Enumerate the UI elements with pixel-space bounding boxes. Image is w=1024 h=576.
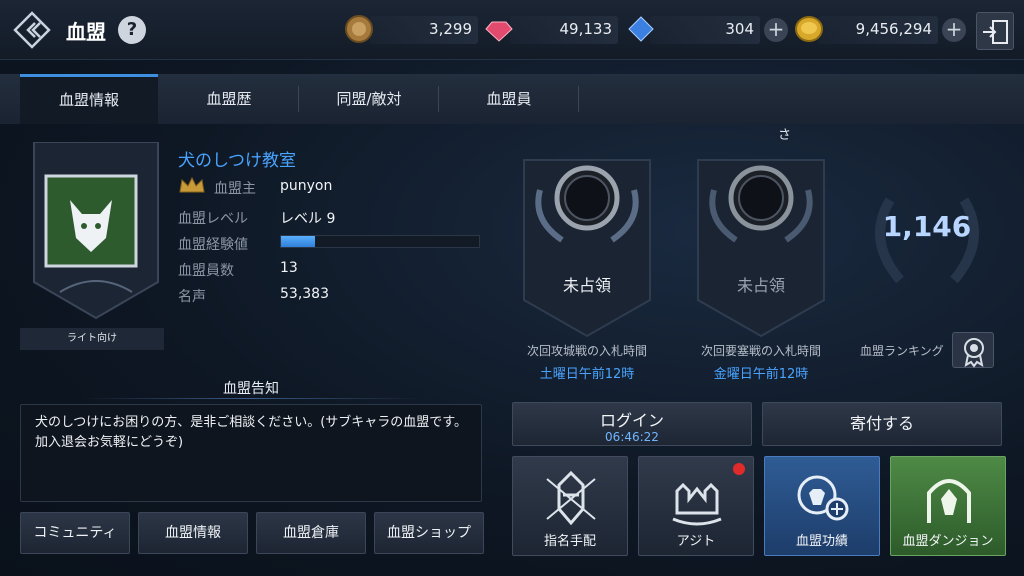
siege-castle-card: 未占領 — [522, 150, 652, 340]
red-gem-icon — [485, 21, 513, 42]
help-button[interactable]: ? — [118, 16, 146, 44]
clan-dungeon-tile[interactable]: 血盟ダンジョン — [890, 456, 1006, 556]
fortress-banner-icon — [697, 159, 825, 338]
fortress-bid-label: 次回要塞戦の入札時間 — [700, 344, 821, 358]
leader-value: punyon — [280, 178, 333, 194]
fame-label: 名声 — [178, 289, 206, 305]
wanted-tile[interactable]: 指名手配 — [512, 456, 628, 556]
login-button[interactable]: ログイン 06:46:22 — [512, 402, 752, 446]
exit-button[interactable] — [976, 12, 1014, 50]
clan-ranking-label: 血盟ランキング — [860, 344, 944, 358]
notice-title: 血盟告知 — [223, 381, 279, 397]
gold-coin-icon — [795, 16, 823, 42]
notification-dot — [733, 463, 745, 475]
currency-red-gem: 49,133 — [510, 16, 618, 44]
clan-shop-button[interactable]: 血盟ショップ — [374, 512, 484, 554]
tab-divider — [438, 86, 439, 112]
members-label: 血盟員数 — [178, 263, 234, 279]
fame-value: 53,383 — [280, 286, 329, 302]
tile-label: 血盟功績 — [795, 534, 848, 549]
siege-bid-label: 次回攻城戦の入札時間 — [526, 344, 647, 358]
currency-value: 9,456,294 — [855, 20, 932, 38]
currency-medal: 3,299 — [370, 16, 478, 44]
ribbon-medal-icon — [964, 338, 984, 368]
ranking-button[interactable] — [952, 332, 994, 368]
clan-achievement-tile[interactable]: 血盟功績 — [764, 456, 880, 556]
wanted-helmet-icon — [546, 470, 596, 526]
currency-value: 3,299 — [429, 20, 472, 38]
currency-value: 304 — [725, 20, 754, 38]
tile-label: アジト — [676, 534, 716, 549]
add-blue-gem-button[interactable]: + — [764, 18, 788, 42]
currency-blue-gem: 304 — [650, 16, 760, 44]
clan-warehouse-button[interactable]: 血盟倉庫 — [256, 512, 366, 554]
tab-clan-history[interactable]: 血盟歴 — [160, 74, 298, 124]
medal-coin-icon — [345, 15, 373, 43]
currency-value: 49,133 — [559, 20, 613, 38]
castle-banner-icon — [523, 159, 651, 338]
crown-icon — [179, 176, 205, 193]
community-button[interactable]: コミュニティ — [20, 512, 130, 554]
fortress-bid-time: 金曜日午前12時 — [713, 367, 809, 382]
tab-clan-info[interactable]: 血盟情報 — [20, 74, 158, 124]
leader-label: 血盟主 — [214, 181, 256, 197]
members-value: 13 — [280, 260, 298, 276]
clan-ranking-value: 1,146 — [882, 210, 972, 243]
castle-panel: さ 未占領 次回攻城戦の入札時間 土曜日午前12時 未占領 次回要塞戦の入札時間… — [510, 128, 1010, 570]
tab-members[interactable]: 血盟員 — [440, 74, 578, 124]
clan-emblem-banner — [33, 142, 159, 320]
fortress-castle-card: 未占領 — [696, 150, 826, 340]
clan-name: 犬のしつけ教室 — [178, 151, 296, 171]
top-bar: 血盟 ? 3,299 49,133 304 + 9,456,294 + — [0, 0, 1024, 60]
page-title: 血盟 — [66, 20, 106, 44]
castle-status: 未占領 — [736, 276, 785, 295]
castle-status: 未占領 — [562, 276, 611, 295]
back-chevron-icon — [13, 11, 51, 49]
clan-info-panel: ライト向け 犬のしつけ教室 血盟主 punyon 血盟レベル レベル 9 血盟経… — [20, 130, 496, 565]
exit-door-icon — [983, 20, 1008, 44]
level-label: 血盟レベル — [178, 211, 248, 227]
currency-gold: 9,456,294 — [818, 16, 938, 44]
login-label: ログイン — [599, 411, 664, 430]
login-timer: 06:46:22 — [605, 430, 659, 444]
lion-achievement-icon — [797, 475, 849, 521]
blue-gem-icon — [628, 16, 654, 42]
hideout-castle-icon — [672, 482, 722, 526]
tab-bar: 血盟情報 血盟歴 同盟/敵対 血盟員 — [0, 74, 1024, 124]
notice-divider — [80, 398, 422, 399]
back-button[interactable] — [12, 10, 52, 50]
stray-text: さ — [778, 128, 792, 143]
tab-alliance[interactable]: 同盟/敵対 — [300, 74, 438, 124]
clan-info-button[interactable]: 血盟情報 — [138, 512, 248, 554]
tile-label: 血盟ダンジョン — [902, 534, 994, 549]
siege-bid-time: 土曜日午前12時 — [539, 367, 635, 382]
hideout-tile[interactable]: アジト — [638, 456, 754, 556]
dungeon-gate-icon — [927, 479, 971, 523]
level-value: レベル 9 — [280, 211, 336, 227]
tab-divider — [298, 86, 299, 112]
exp-progress-fill — [281, 236, 315, 247]
clan-type-badge: ライト向け — [20, 328, 164, 350]
tab-divider — [578, 86, 579, 112]
exp-progress-bar — [280, 235, 480, 248]
donate-button[interactable]: 寄付する — [762, 402, 1002, 446]
add-gold-button[interactable]: + — [942, 18, 966, 42]
exp-label: 血盟経験値 — [178, 237, 248, 253]
tile-label: 指名手配 — [543, 534, 596, 549]
notice-text: 犬のしつけにお困りの方、是非ご相談ください。(サブキャラの血盟です。加入退会お気… — [20, 404, 482, 502]
